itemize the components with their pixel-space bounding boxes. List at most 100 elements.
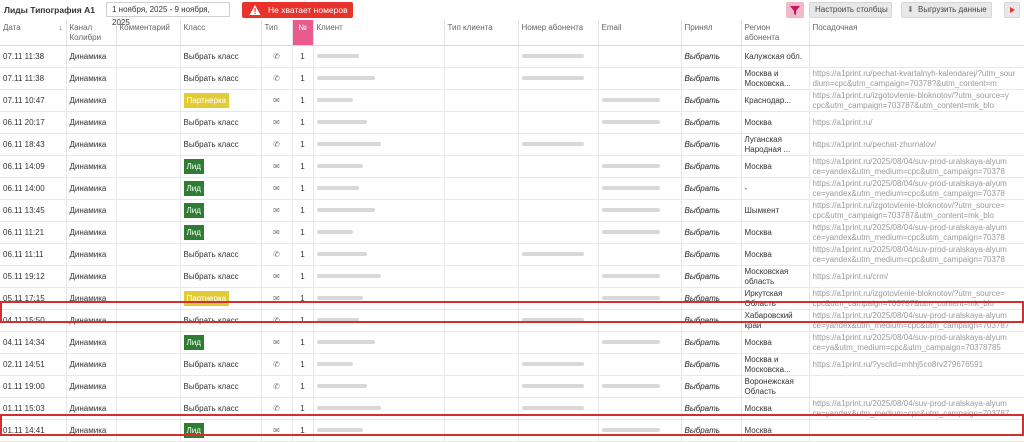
cell-landing[interactable]: https://a1print.ru/izgotovlenie-bloknoto… <box>809 287 1024 310</box>
filter-button[interactable] <box>786 2 804 18</box>
cell-accepted[interactable]: Выбрать <box>681 89 742 112</box>
table-row[interactable]: 05.11 19:12 Динамика Выбрать класс ✉ 1 Выбрат… <box>0 265 1024 288</box>
cell-client-type[interactable] <box>444 375 519 398</box>
col-class[interactable]: Класс <box>180 20 262 46</box>
cell-class[interactable]: Выбрать класс <box>180 265 262 288</box>
cell-client[interactable] <box>313 133 445 156</box>
table-row[interactable]: 02.11 14:51 Динамика Выбрать класс ✆ 1 Выбрат… <box>0 353 1024 376</box>
col-subscriber-number[interactable]: Номер абонента <box>518 20 599 46</box>
cell-accepted[interactable]: Выбрать <box>681 177 742 200</box>
col-email[interactable]: Email <box>598 20 682 46</box>
cell-class[interactable]: Лид <box>180 419 262 442</box>
cell-class[interactable]: Выбрать класс <box>180 397 262 420</box>
cell-client[interactable] <box>313 155 445 178</box>
cell-client-type[interactable] <box>444 309 519 332</box>
col-type[interactable]: Тип <box>261 20 293 46</box>
cell-client-type[interactable] <box>444 155 519 178</box>
cell-comment[interactable] <box>116 177 181 200</box>
cell-landing[interactable]: https://a1print.ru/2025/08/04/suv-prod-u… <box>809 331 1024 354</box>
cell-client-type[interactable] <box>444 243 519 266</box>
cell-client-type[interactable] <box>444 331 519 354</box>
cell-comment[interactable] <box>116 375 181 398</box>
cell-landing[interactable]: https://a1print.ru/crm/ <box>809 265 1024 288</box>
cell-class[interactable]: Лид <box>180 221 262 244</box>
cell-accepted[interactable]: Выбрать <box>681 309 742 332</box>
cell-client[interactable] <box>313 67 445 90</box>
cell-accepted[interactable]: Выбрать <box>681 375 742 398</box>
cell-client[interactable] <box>313 375 445 398</box>
cell-accepted[interactable]: Выбрать <box>681 133 742 156</box>
cell-landing[interactable]: https://a1print.ru/2025/08/04/suv-prod-u… <box>809 309 1024 332</box>
table-row[interactable]: 07.11 10:47 Динамика Партнерка ✉ 1 Выбрать Кра… <box>0 89 1024 112</box>
cell-accepted[interactable]: Выбрать <box>681 353 742 376</box>
col-landing[interactable]: Посадочная <box>809 20 1024 46</box>
cell-accepted[interactable]: Выбрать <box>681 199 742 222</box>
cell-comment[interactable] <box>116 67 181 90</box>
table-row[interactable]: 01.11 14:41 Динамика Лид ✉ 1 Выбрать Москва <box>0 419 1024 442</box>
col-date[interactable]: Дата ↓ <box>0 20 67 46</box>
missing-numbers-warning[interactable]: Не хватает номеров <box>242 2 353 18</box>
cell-comment[interactable] <box>116 265 181 288</box>
cell-landing[interactable]: https://a1print.ru/2025/08/04/suv-prod-u… <box>809 221 1024 244</box>
table-row[interactable]: 07.11 11:38 Динамика Выбрать класс ✆ 1 Выбрат… <box>0 45 1024 68</box>
col-region[interactable]: Регион абонента <box>741 20 810 46</box>
cell-class[interactable]: Выбрать класс <box>180 111 262 134</box>
cell-comment[interactable] <box>116 287 181 310</box>
sort-arrow-icon[interactable]: ↓ <box>59 23 63 33</box>
cell-client-type[interactable] <box>444 199 519 222</box>
cell-comment[interactable] <box>116 45 181 68</box>
cell-class[interactable]: Выбрать класс <box>180 133 262 156</box>
cell-comment[interactable] <box>116 419 181 442</box>
cell-landing[interactable] <box>809 375 1024 398</box>
cell-comment[interactable] <box>116 133 181 156</box>
cell-client[interactable] <box>313 111 445 134</box>
cell-accepted[interactable]: Выбрать <box>681 221 742 244</box>
col-channel[interactable]: Канал Колибри <box>66 20 117 46</box>
cell-comment[interactable] <box>116 331 181 354</box>
cell-client[interactable] <box>313 309 445 332</box>
cell-landing[interactable]: https://a1print.ru/2025/08/04/suv-prod-u… <box>809 243 1024 266</box>
cell-class[interactable]: Партнерка <box>180 89 262 112</box>
cell-landing[interactable] <box>809 419 1024 442</box>
cell-accepted[interactable]: Выбрать <box>681 45 742 68</box>
cell-client-type[interactable] <box>444 133 519 156</box>
cell-client[interactable] <box>313 177 445 200</box>
col-client[interactable]: Клиент <box>313 20 445 46</box>
cell-class[interactable]: Выбрать класс <box>180 353 262 376</box>
cell-comment[interactable] <box>116 309 181 332</box>
cell-landing[interactable]: https://a1print.ru/pechat-kvartalnyh-kal… <box>809 67 1024 90</box>
cell-client-type[interactable] <box>444 353 519 376</box>
cell-comment[interactable] <box>116 397 181 420</box>
col-client-type[interactable]: Тип клиента <box>444 20 519 46</box>
cell-client[interactable] <box>313 243 445 266</box>
cell-client-type[interactable] <box>444 265 519 288</box>
cell-landing[interactable] <box>809 45 1024 68</box>
col-number[interactable]: № <box>292 20 314 46</box>
table-row[interactable]: 04.11 14:34 Динамика Лид ✉ 1 Выбрать Москва htt… <box>0 331 1024 354</box>
cell-client-type[interactable] <box>444 45 519 68</box>
cell-class[interactable]: Выбрать класс <box>180 45 262 68</box>
cell-client[interactable] <box>313 419 445 442</box>
col-comment[interactable]: Комментарий <box>116 20 181 46</box>
cell-client-type[interactable] <box>444 111 519 134</box>
export-data-button[interactable]: ⬇ Выгрузить данные <box>901 2 992 18</box>
cell-class[interactable]: Лид <box>180 155 262 178</box>
table-row[interactable]: 01.11 19:00 Динамика Выбрать класс ✆ 1 Выбрат… <box>0 375 1024 398</box>
cell-class[interactable]: Выбрать класс <box>180 375 262 398</box>
cell-client-type[interactable] <box>444 177 519 200</box>
cell-comment[interactable] <box>116 89 181 112</box>
table-row[interactable]: 06.11 11:11 Динамика Выбрать класс ✆ 1 Выбрат… <box>0 243 1024 266</box>
col-accepted[interactable]: Принял <box>681 20 742 46</box>
cell-class[interactable]: Лид <box>180 177 262 200</box>
cell-accepted[interactable]: Выбрать <box>681 397 742 420</box>
cell-landing[interactable]: https://a1print.ru/2025/08/04/suv-prod-u… <box>809 397 1024 420</box>
cell-landing[interactable]: https://a1print.ru/ <box>809 111 1024 134</box>
table-row[interactable]: 01.11 15:03 Динамика Выбрать класс ✆ 1 Выбрат… <box>0 397 1024 420</box>
cell-accepted[interactable]: Выбрать <box>681 419 742 442</box>
cell-landing[interactable]: https://a1print.ru/pechat-zhurnalov/ <box>809 133 1024 156</box>
cell-comment[interactable] <box>116 155 181 178</box>
cell-client[interactable] <box>313 45 445 68</box>
table-row[interactable]: 06.11 13:45 Динамика Лид ✉ 1 Выбрать Шымкент ht… <box>0 199 1024 222</box>
cell-client[interactable] <box>313 397 445 420</box>
cell-class[interactable]: Лид <box>180 331 262 354</box>
